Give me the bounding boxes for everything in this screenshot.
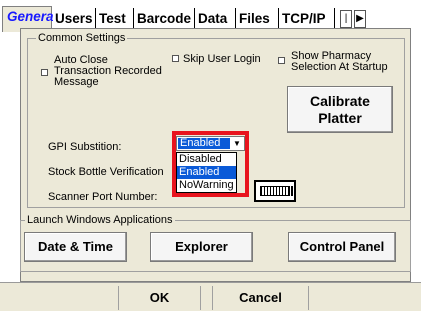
date-time-button[interactable]: Date & Time — [24, 232, 127, 262]
keyboard-keys — [260, 186, 290, 196]
common-settings-title: Common Settings — [36, 32, 128, 44]
tab-data[interactable]: Data — [196, 8, 236, 30]
ok-button[interactable]: OK — [118, 286, 201, 310]
explorer-button[interactable]: Explorer — [150, 232, 253, 262]
tab-bar: General Users Test Barcode Data Files TC… — [0, 4, 421, 40]
skip-login-checkbox[interactable] — [172, 55, 179, 62]
scanner-port-label: Scanner Port Number: — [48, 191, 158, 203]
scroll-first-icon[interactable]: |◀ — [340, 10, 352, 40]
tab-tcpip[interactable]: TCP/IP — [280, 8, 335, 30]
tab-users[interactable]: Users — [53, 8, 96, 30]
tab-barcode[interactable]: Barcode — [135, 8, 195, 30]
tab-files[interactable]: Files — [237, 8, 279, 30]
footer-bar: OK Cancel — [0, 282, 421, 311]
gpi-label: GPI Substition: — [48, 141, 122, 153]
skip-login-label: Skip User Login — [183, 53, 261, 65]
auto-close-label: Auto Close Transaction Recorded Message — [54, 54, 162, 88]
scroll-next-icon[interactable]: ▶ — [354, 10, 366, 28]
control-panel-button[interactable]: Control Panel — [288, 232, 396, 262]
settings-window: General Users Test Barcode Data Files TC… — [0, 0, 421, 311]
stock-bottle-label: Stock Bottle Verification — [48, 166, 164, 178]
calibrate-platter-button[interactable]: Calibrate Platter — [287, 86, 393, 133]
keyboard-icon[interactable] — [254, 180, 296, 202]
show-pharmacy-checkbox[interactable] — [278, 57, 285, 64]
launch-apps-title: Launch Windows Applications — [25, 214, 175, 226]
show-pharmacy-label: Show Pharmacy Selection At Startup — [291, 50, 388, 73]
annotation-highlight-box — [172, 131, 249, 197]
tab-test[interactable]: Test — [97, 8, 134, 30]
cancel-button[interactable]: Cancel — [212, 286, 309, 310]
keyboard-side — [291, 186, 293, 196]
auto-close-checkbox[interactable] — [41, 69, 48, 76]
